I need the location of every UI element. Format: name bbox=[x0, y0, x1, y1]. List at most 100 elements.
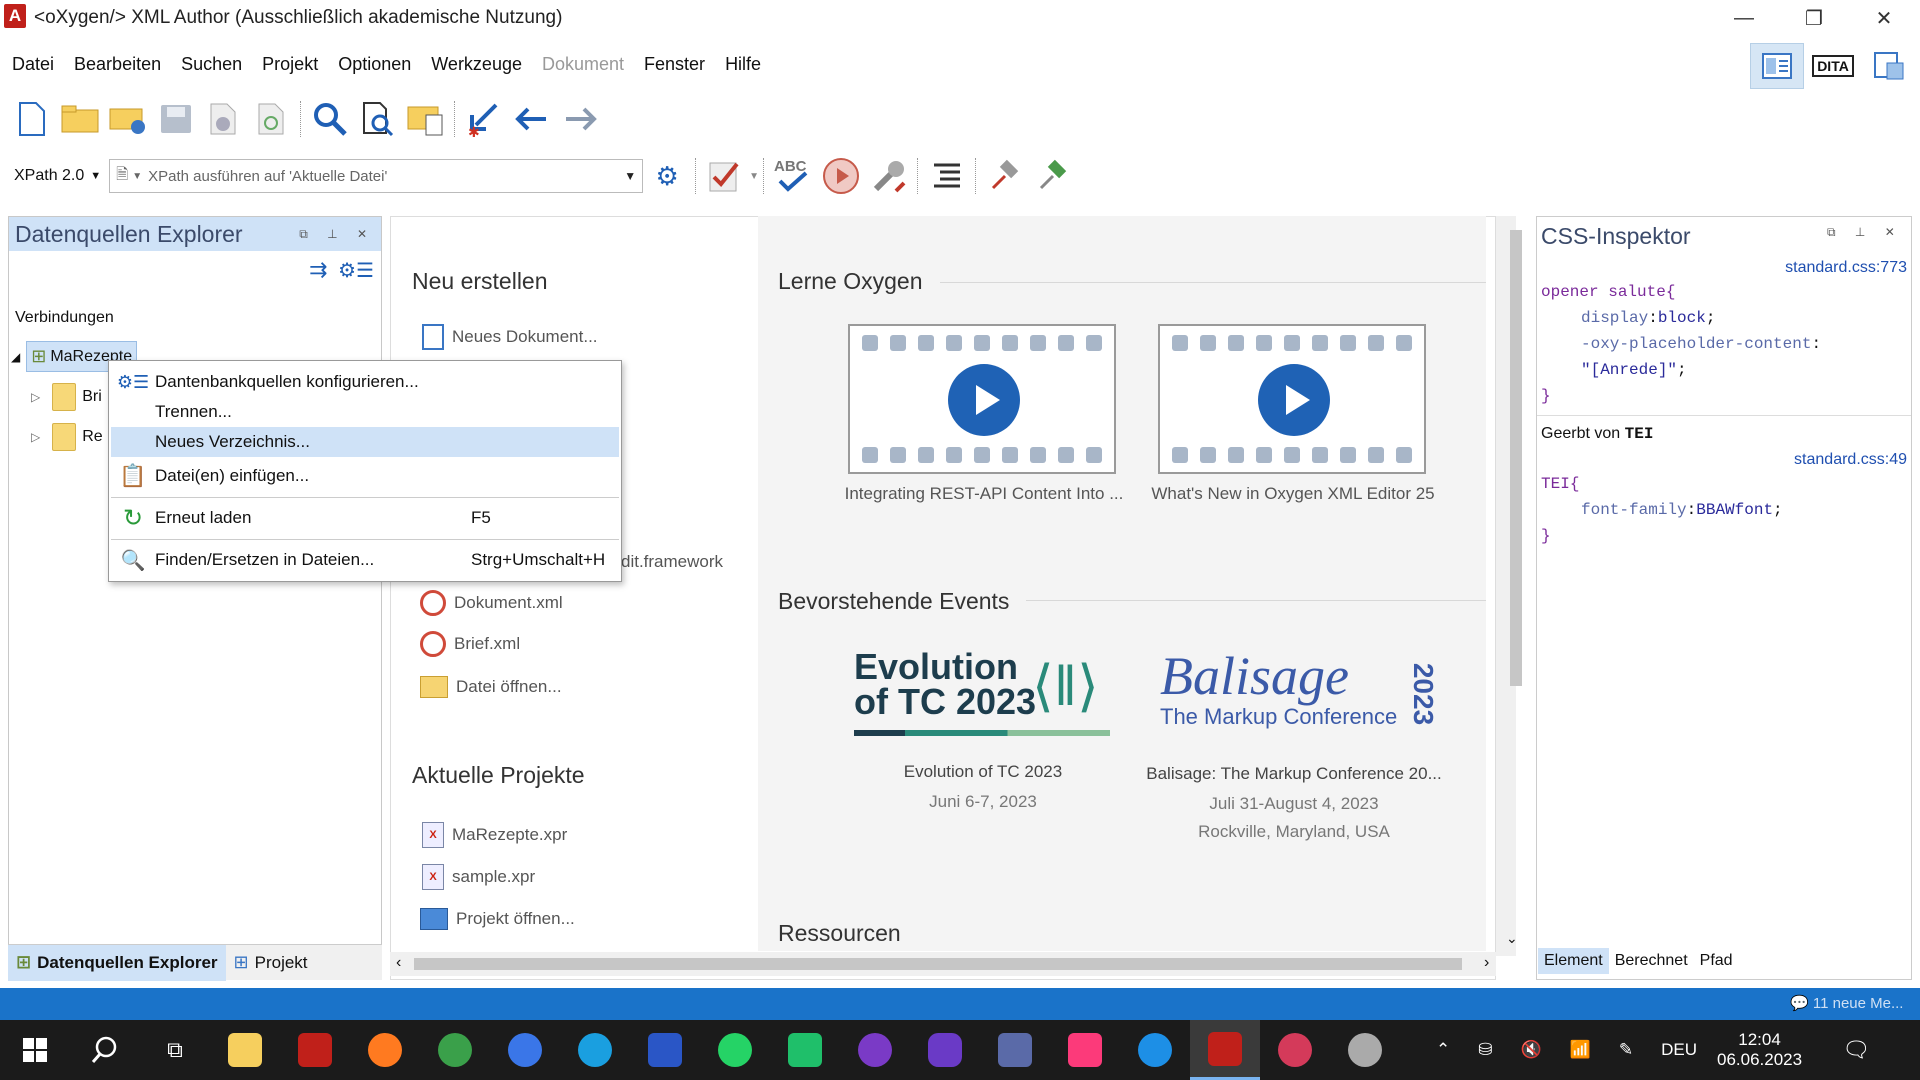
dita-perspective-button[interactable]: DITA bbox=[1806, 43, 1860, 89]
menu-item-find-replace[interactable]: 🔍 Finden/Ersetzen in Dateien... Strg+Ums… bbox=[111, 545, 619, 575]
database-perspective-button[interactable] bbox=[1862, 43, 1916, 89]
menu-fenster[interactable]: Fenster bbox=[644, 54, 705, 75]
taskbar-explorer[interactable] bbox=[210, 1020, 280, 1080]
menu-optionen[interactable]: Optionen bbox=[338, 54, 411, 75]
spellcheck-button[interactable]: ABC bbox=[769, 153, 817, 199]
action-center-icon[interactable]: 🗨 bbox=[1842, 1037, 1870, 1063]
framework-link[interactable]: dit.framework bbox=[621, 552, 723, 572]
taskbar-intellij[interactable] bbox=[1050, 1020, 1120, 1080]
menu-dokument[interactable]: Dokument bbox=[542, 54, 624, 75]
video-caption-2[interactable]: What's New in Oxygen XML Editor 25 bbox=[1138, 484, 1448, 504]
video-thumbnail-1[interactable] bbox=[848, 324, 1116, 474]
taskbar-satellite-app[interactable] bbox=[1330, 1020, 1400, 1080]
open-project-link[interactable]: Projekt öffnen... bbox=[420, 908, 575, 930]
tree-node-re[interactable]: ▷ Re bbox=[31, 423, 103, 451]
evolution-tc-logo[interactable]: Evolution of TC 2023 ⟨‖⟩ bbox=[854, 649, 1114, 740]
tab-projekt[interactable]: ⊞ Projekt bbox=[226, 945, 316, 981]
back-button[interactable] bbox=[508, 96, 556, 142]
xpath-version-select[interactable]: XPath 2.0 bbox=[8, 167, 90, 185]
author-perspective-button[interactable] bbox=[1750, 43, 1804, 89]
minimize-button[interactable]: — bbox=[1716, 0, 1772, 36]
menu-item-disconnect[interactable]: Trennen... bbox=[111, 397, 619, 427]
drive-icon[interactable]: ⛁ bbox=[1478, 1040, 1492, 1060]
taskbar-xmind[interactable] bbox=[630, 1020, 700, 1080]
chevron-up-icon[interactable]: ⌃ bbox=[1436, 1040, 1450, 1060]
xpath-settings-button[interactable]: ⚙ bbox=[643, 153, 691, 199]
menu-bearbeiten[interactable]: Bearbeiten bbox=[74, 54, 161, 75]
menu-datei[interactable]: Datei bbox=[12, 54, 54, 75]
menu-suchen[interactable]: Suchen bbox=[181, 54, 242, 75]
taskbar-docker[interactable] bbox=[1120, 1020, 1190, 1080]
collapse-arrow-icon[interactable]: ◢ bbox=[11, 350, 20, 364]
reload-button[interactable] bbox=[248, 96, 296, 142]
clock[interactable]: 12:04 06.06.2023 bbox=[1717, 1030, 1802, 1070]
menu-item-insert-files[interactable]: 📋 Datei(en) einfügen... bbox=[111, 461, 619, 491]
event-name-2[interactable]: Balisage: The Markup Conference 20... bbox=[1134, 764, 1454, 784]
menu-item-configure-sources[interactable]: ⚙☰ Dantenbankquellen konfigurieren... bbox=[111, 367, 619, 397]
find-in-files-button[interactable] bbox=[354, 96, 402, 142]
last-edit-button[interactable]: ✱ bbox=[460, 96, 508, 142]
validate-button[interactable] bbox=[701, 153, 749, 199]
menu-item-new-folder[interactable]: Neues Verzeichnis... bbox=[111, 427, 619, 457]
scrollbar-thumb[interactable] bbox=[414, 958, 1462, 970]
transform-button[interactable] bbox=[817, 153, 865, 199]
chevron-down-icon[interactable]: ▼ bbox=[132, 171, 142, 182]
xpath-input[interactable]: 🗎 ▼ XPath ausführen auf 'Aktuelle Datei'… bbox=[109, 159, 644, 193]
taskbar-github[interactable] bbox=[840, 1020, 910, 1080]
panel-window-controls[interactable]: ⧉ ⊥ ✕ bbox=[299, 227, 375, 242]
play-icon[interactable] bbox=[1258, 364, 1330, 436]
tab-element[interactable]: Element bbox=[1538, 948, 1609, 974]
new-document-link[interactable]: Neues Dokument... bbox=[422, 324, 598, 350]
taskbar-globe-app[interactable] bbox=[420, 1020, 490, 1080]
gear-list-icon[interactable]: ⚙☰ bbox=[338, 260, 374, 282]
speaker-muted-icon[interactable]: 🔇 bbox=[1521, 1040, 1542, 1060]
recent-file-brief[interactable]: Brief.xml bbox=[420, 631, 520, 657]
scroll-down-icon[interactable]: ⌄ bbox=[1506, 930, 1518, 947]
video-thumbnail-2[interactable] bbox=[1158, 324, 1426, 474]
save-url-button[interactable] bbox=[200, 96, 248, 142]
open-url-button[interactable] bbox=[104, 96, 152, 142]
input-language[interactable]: DEU bbox=[1661, 1040, 1697, 1060]
taskbar-butterfly-app[interactable] bbox=[980, 1020, 1050, 1080]
project-sample[interactable]: X sample.xpr bbox=[422, 864, 535, 890]
tab-pfad[interactable]: Pfad bbox=[1694, 948, 1739, 974]
menu-item-reload[interactable]: ↻ Erneut laden F5 bbox=[111, 503, 619, 533]
menu-hilfe[interactable]: Hilfe bbox=[725, 54, 761, 75]
taskbar-search-button[interactable] bbox=[70, 1020, 140, 1080]
scrollbar-thumb[interactable] bbox=[1510, 230, 1522, 686]
forward-button[interactable] bbox=[556, 96, 604, 142]
notification-indicator[interactable]: 💬 11 neue Me... bbox=[1790, 994, 1903, 1012]
stylesheet-link[interactable]: standard.css:773 bbox=[1785, 259, 1907, 277]
video-caption-1[interactable]: Integrating REST-API Content Into ... bbox=[836, 484, 1132, 504]
taskbar-oxygen[interactable] bbox=[1190, 1020, 1260, 1080]
menu-projekt[interactable]: Projekt bbox=[262, 54, 318, 75]
taskbar-skype[interactable] bbox=[560, 1020, 630, 1080]
taskbar-filezilla[interactable] bbox=[280, 1020, 350, 1080]
taskbar-firefox[interactable] bbox=[350, 1020, 420, 1080]
menu-werkzeuge[interactable]: Werkzeuge bbox=[431, 54, 522, 75]
configure-transform-button[interactable] bbox=[865, 153, 913, 199]
project-marezepte[interactable]: X MaRezepte.xpr bbox=[422, 822, 567, 848]
pin-right-button[interactable] bbox=[1029, 153, 1077, 199]
balisage-logo[interactable]: Balisage The Markup Conference 2023 bbox=[1160, 648, 1440, 748]
chevron-down-icon[interactable]: ▼ bbox=[624, 169, 636, 183]
new-file-button[interactable] bbox=[8, 96, 56, 142]
taskbar-signal[interactable] bbox=[490, 1020, 560, 1080]
task-view-button[interactable]: ⧉ bbox=[140, 1020, 210, 1080]
open-folder-button[interactable] bbox=[56, 96, 104, 142]
format-indent-button[interactable] bbox=[923, 153, 971, 199]
wifi-icon[interactable]: 📶 bbox=[1570, 1040, 1591, 1060]
taskbar-sync-app[interactable] bbox=[770, 1020, 840, 1080]
tab-berechnet[interactable]: Berechnet bbox=[1609, 948, 1694, 974]
play-icon[interactable] bbox=[948, 364, 1020, 436]
pen-icon[interactable]: ✎ bbox=[1619, 1040, 1633, 1060]
taskbar-whatsapp[interactable] bbox=[700, 1020, 770, 1080]
save-button[interactable] bbox=[152, 96, 200, 142]
scroll-left-icon[interactable]: ‹ bbox=[396, 954, 401, 972]
stylesheet-link[interactable]: standard.css:49 bbox=[1794, 451, 1907, 469]
recent-file-dokument[interactable]: Dokument.xml bbox=[420, 590, 563, 616]
tree-node-bri[interactable]: ▷ Bri bbox=[31, 383, 102, 411]
start-button[interactable] bbox=[0, 1020, 70, 1080]
chevron-down-icon[interactable]: ▼ bbox=[90, 170, 101, 182]
chevron-down-icon[interactable]: ▼ bbox=[749, 171, 759, 182]
